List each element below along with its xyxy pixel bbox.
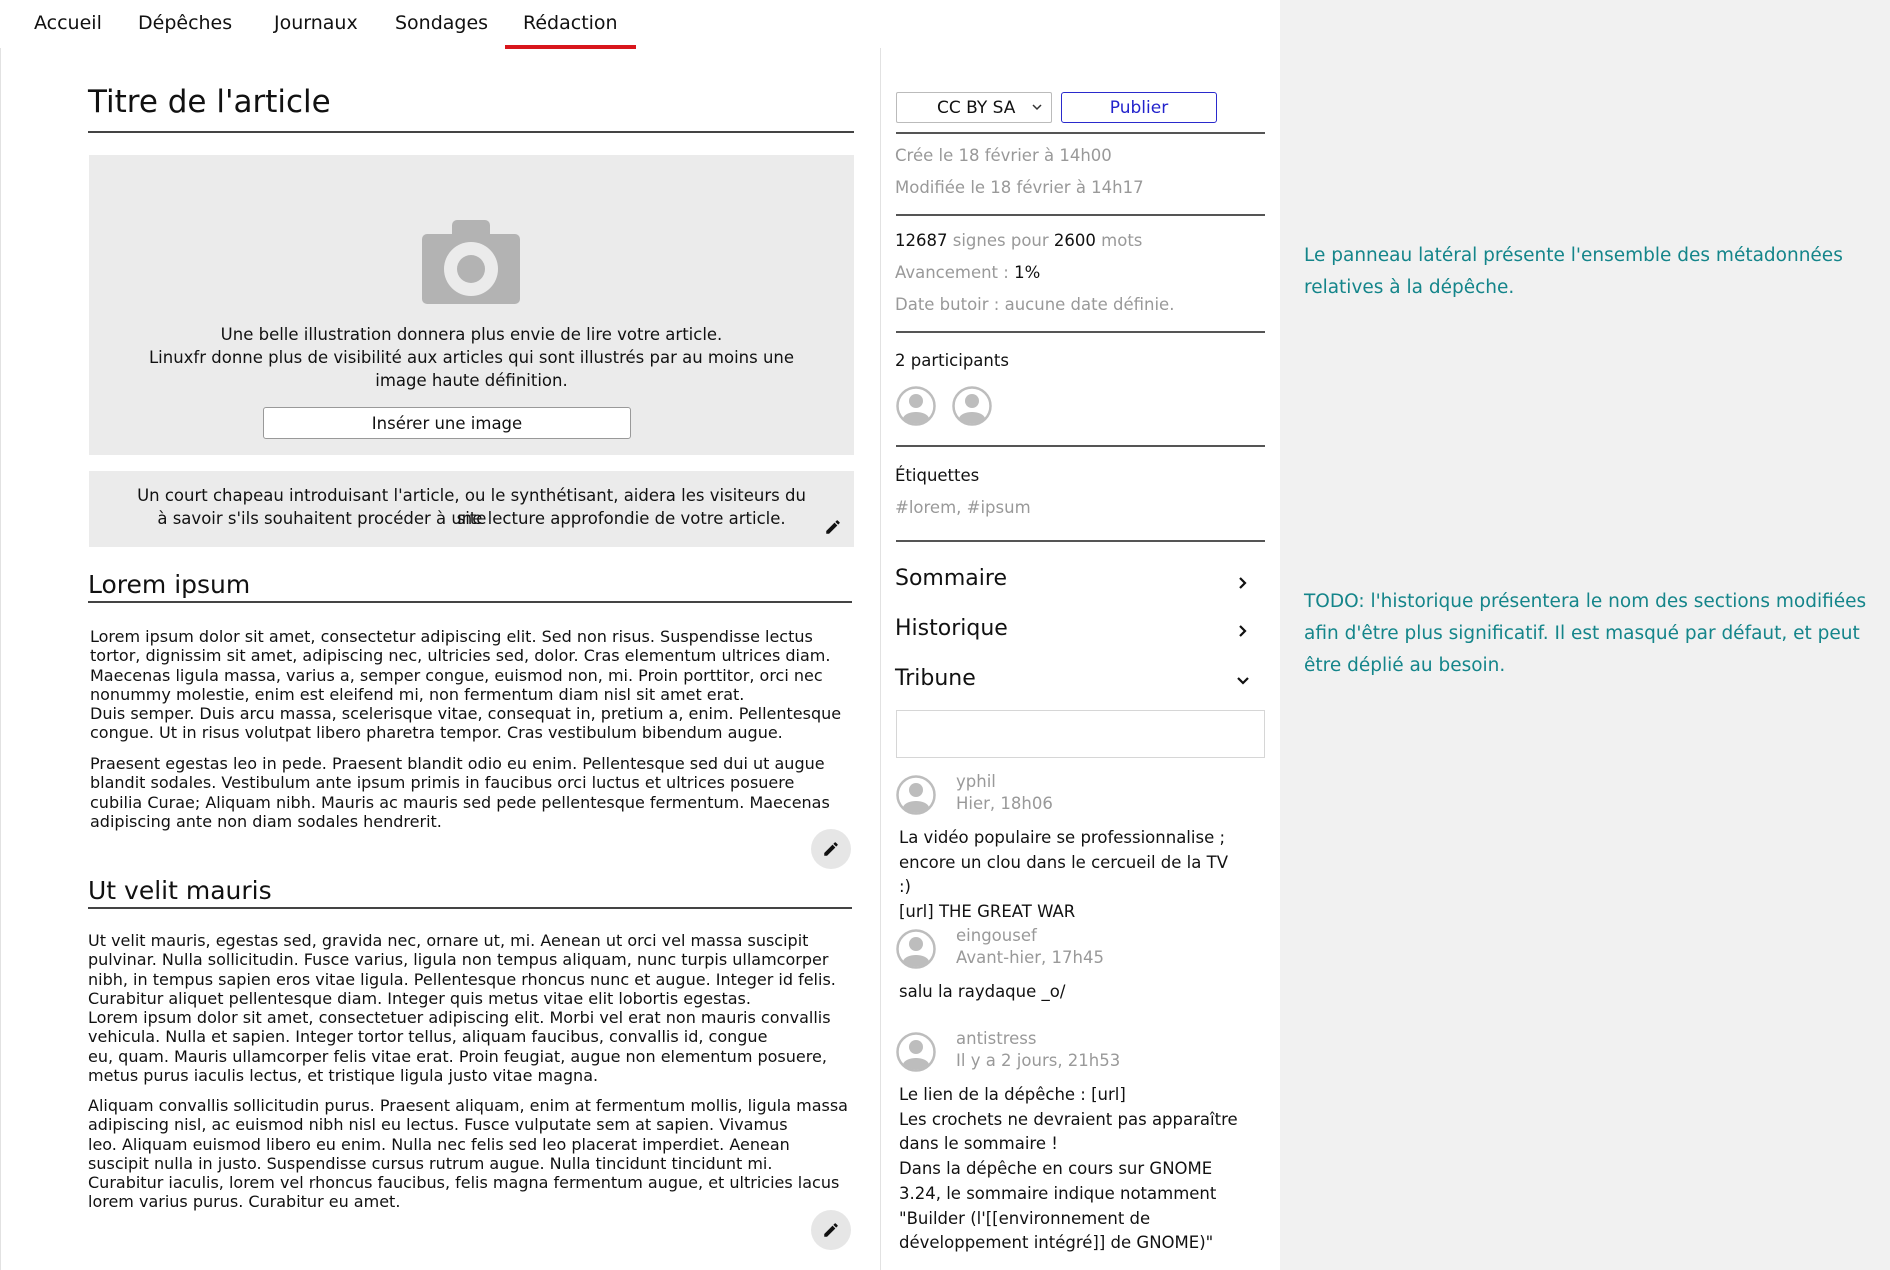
- accordion-historique[interactable]: Historique: [895, 616, 1008, 641]
- comment-avatar-icon: [896, 929, 936, 969]
- annotation-note-sidebar: Le panneau latéral présente l'ensemble d…: [1304, 245, 1843, 298]
- comment-author[interactable]: antistress: [956, 1029, 1036, 1048]
- camera-icon: [422, 220, 520, 304]
- comment-text: Le lien de la dépêche : [url] Les croche…: [899, 1085, 1238, 1253]
- deadline: Date butoir : aucune date définie.: [895, 295, 1175, 314]
- annotation-note-history: TODO: l'historique présentera le nom des…: [1304, 591, 1867, 676]
- accordion-tribune[interactable]: Tribune: [895, 666, 976, 691]
- sidebar-rule-1: [896, 132, 1265, 134]
- title-underline: [88, 131, 854, 133]
- main-page: Accueil Dépêches Journaux Sondages Rédac…: [0, 0, 1280, 1270]
- nav-item-sondages[interactable]: Sondages: [395, 12, 488, 34]
- section-2-underline: [88, 907, 852, 909]
- article-title[interactable]: Titre de l'article: [88, 84, 331, 120]
- participant-avatar-icon[interactable]: [896, 386, 936, 426]
- progress: Avancement : 1%: [895, 263, 1041, 282]
- chevron-right-icon[interactable]: [1236, 576, 1250, 590]
- sidebar-rule-3: [896, 331, 1265, 333]
- chevron-down-icon: [1032, 104, 1042, 111]
- section-title-ut-velit-mauris[interactable]: Ut velit mauris: [88, 876, 272, 905]
- accordion-sommaire[interactable]: Sommaire: [895, 566, 1007, 591]
- license-select[interactable]: CC BY SA: [896, 92, 1052, 123]
- sidebar-rule-4: [896, 445, 1265, 447]
- sidebar-rule-5: [896, 540, 1265, 542]
- illustration-hint-2: Linuxfr donne plus de visibilité aux art…: [148, 348, 795, 367]
- participant-avatar-icon[interactable]: [952, 386, 992, 426]
- pencil-icon: [824, 842, 838, 856]
- comment-text: salu la raydaque _o/: [899, 982, 1066, 1001]
- nav-item-redaction[interactable]: Rédaction: [505, 12, 636, 49]
- comment-time: Avant-hier, 17h45: [956, 948, 1104, 967]
- chevron-down-icon[interactable]: [1236, 674, 1250, 688]
- nav-item-depeches[interactable]: Dépêches: [138, 12, 232, 34]
- section-2-paragraph-2: Aliquam convallis sollicitudin purus. Pr…: [88, 1096, 848, 1212]
- section-2-paragraph-1: Ut velit mauris, egestas sed, gravida ne…: [88, 931, 836, 1086]
- section-1-paragraph-1: Lorem ipsum dolor sit amet, consectetur …: [90, 627, 842, 743]
- comment-avatar-icon: [896, 775, 936, 815]
- participants-label: 2 participants: [895, 351, 1009, 370]
- publish-button[interactable]: Publier: [1061, 92, 1217, 123]
- comment-time: Il y a 2 jours, 21h53: [956, 1051, 1121, 1070]
- comment-author[interactable]: eingousef: [956, 926, 1037, 945]
- comment-time: Hier, 18h06: [956, 794, 1053, 813]
- left-border: [0, 48, 1, 1270]
- created-date: Crée le 18 février à 14h00: [895, 146, 1112, 165]
- license-value: CC BY SA: [937, 98, 1016, 118]
- edit-chapeau-pencil-icon[interactable]: [824, 518, 842, 536]
- word-count: 12687 signes pour 2600 mots: [895, 231, 1143, 250]
- illustration-hint-1: Une belle illustration donnera plus envi…: [220, 325, 723, 344]
- tags-value[interactable]: #lorem, #ipsum: [895, 498, 1031, 517]
- modified-date: Modifiée le 18 février à 14h17: [895, 178, 1144, 197]
- comment-avatar-icon: [896, 1032, 936, 1072]
- chevron-right-icon[interactable]: [1236, 624, 1250, 638]
- top-navigation: Accueil Dépêches Journaux Sondages Rédac…: [0, 0, 1280, 50]
- nav-item-accueil[interactable]: Accueil: [34, 12, 102, 34]
- edit-section-1-button[interactable]: [811, 829, 851, 869]
- section-1-underline: [88, 601, 852, 603]
- comment-text: La vidéo populaire se professionnalise ;…: [899, 828, 1228, 922]
- sidebar-divider: [880, 48, 881, 1270]
- comment-author[interactable]: yphil: [956, 772, 996, 791]
- section-1-paragraph-2: Praesent egestas leo in pede. Praesent b…: [90, 754, 830, 831]
- chapeau-line-2: à savoir s'ils souhaitent procéder à une…: [157, 509, 786, 528]
- nav-item-journaux[interactable]: Journaux: [274, 12, 358, 34]
- pencil-icon: [824, 1223, 838, 1237]
- tags-label: Étiquettes: [895, 466, 980, 485]
- sidebar-rule-2: [896, 214, 1265, 216]
- edit-section-2-button[interactable]: [811, 1210, 851, 1250]
- tribune-input[interactable]: [896, 710, 1265, 758]
- insert-image-button[interactable]: Insérer une image: [263, 407, 631, 439]
- illustration-hint-3: image haute définition.: [375, 371, 568, 390]
- section-title-lorem-ipsum[interactable]: Lorem ipsum: [88, 570, 250, 599]
